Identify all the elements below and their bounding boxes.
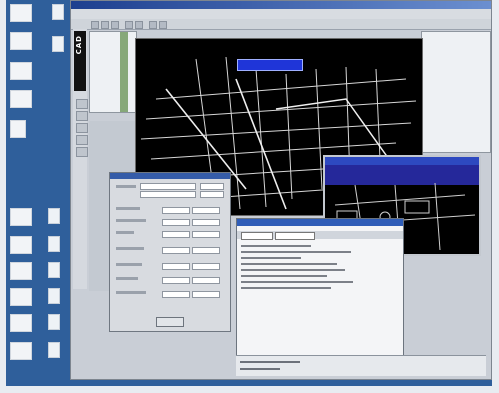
log-line: [241, 257, 301, 259]
prompt-line: [240, 368, 280, 370]
tool-icon[interactable]: [101, 21, 109, 29]
dialog-ok-button[interactable]: [156, 317, 184, 327]
app-icon[interactable]: [48, 262, 60, 278]
log-line: [241, 263, 337, 265]
product-logo: CAD: [74, 31, 86, 91]
menu-bar[interactable]: [71, 9, 491, 19]
app-icon[interactable]: [10, 288, 32, 306]
app-icon[interactable]: [10, 120, 26, 138]
log-line: [241, 269, 345, 271]
cad-title-box: [237, 59, 303, 71]
dialog-field[interactable]: [162, 231, 190, 238]
dialog-label: [116, 277, 138, 280]
prompt-line: [240, 361, 300, 363]
dialog-label: [116, 207, 140, 210]
tool-icon[interactable]: [111, 21, 119, 29]
tool-icon[interactable]: [149, 21, 157, 29]
dialog-field[interactable]: [162, 291, 190, 298]
properties-dialog: [109, 172, 231, 332]
tool-icon[interactable]: [76, 99, 88, 109]
app-icon[interactable]: [52, 36, 64, 52]
app-icon[interactable]: [48, 288, 60, 304]
app-icon[interactable]: [10, 342, 32, 360]
tool-icon[interactable]: [76, 123, 88, 133]
dialog-label: [116, 263, 142, 266]
dialog-field[interactable]: [192, 277, 220, 284]
app-icon[interactable]: [48, 314, 60, 330]
tool-icon[interactable]: [125, 21, 133, 29]
command-field[interactable]: [275, 232, 315, 240]
tool-icon[interactable]: [135, 21, 143, 29]
dialog-field[interactable]: [140, 183, 196, 190]
tool-icon[interactable]: [76, 147, 88, 157]
dialog-field[interactable]: [192, 207, 220, 214]
log-line: [241, 245, 311, 247]
app-icon[interactable]: [10, 4, 32, 22]
grid-highlight-column: [120, 32, 128, 112]
dialog-field[interactable]: [162, 277, 190, 284]
tool-icon[interactable]: [76, 111, 88, 121]
desktop-side-strip: [6, 0, 72, 378]
dialog-field[interactable]: [162, 263, 190, 270]
log-line: [241, 281, 353, 283]
app-icon[interactable]: [48, 236, 60, 252]
dialog-label: [116, 291, 146, 294]
toolbar: [71, 19, 491, 30]
tool-icon[interactable]: [159, 21, 167, 29]
app-icon[interactable]: [10, 62, 32, 80]
log-line: [241, 287, 331, 289]
log-line: [241, 275, 327, 277]
dialog-field[interactable]: [192, 263, 220, 270]
tool-icon[interactable]: [91, 21, 99, 29]
dialog-field[interactable]: [200, 183, 224, 190]
app-icon[interactable]: [10, 90, 32, 108]
dialog-label: [116, 219, 146, 222]
dialog-field[interactable]: [200, 191, 224, 198]
tool-icon[interactable]: [76, 135, 88, 145]
dialog-field[interactable]: [140, 191, 196, 198]
dialog-field[interactable]: [192, 247, 220, 254]
dialog-titlebar[interactable]: [110, 173, 230, 179]
right-data-grid: [421, 31, 491, 153]
product-logo-text: CAD: [75, 35, 83, 55]
dialog-field[interactable]: [162, 207, 190, 214]
app-icon[interactable]: [10, 32, 32, 50]
app-icon[interactable]: [10, 262, 32, 280]
command-field[interactable]: [241, 232, 273, 240]
dialog-field[interactable]: [162, 247, 190, 254]
app-icon[interactable]: [48, 342, 60, 358]
app-icon[interactable]: [10, 236, 32, 254]
zoom-window-titlebar[interactable]: [325, 157, 479, 165]
main-titlebar[interactable]: [71, 1, 491, 9]
app-icon[interactable]: [48, 208, 60, 224]
app-icon[interactable]: [52, 4, 64, 20]
dialog-field[interactable]: [162, 219, 190, 226]
dialog-field[interactable]: [192, 231, 220, 238]
command-window-titlebar[interactable]: [237, 219, 403, 226]
dialog-label: [116, 231, 134, 234]
command-prompt-area[interactable]: [236, 355, 486, 376]
dialog-label: [116, 185, 136, 188]
left-data-grid: [89, 31, 137, 113]
command-log-window: [236, 218, 404, 356]
dialog-field[interactable]: [192, 219, 220, 226]
dialog-label: [116, 247, 144, 250]
app-icon[interactable]: [10, 208, 32, 226]
dialog-field[interactable]: [192, 291, 220, 298]
app-icon[interactable]: [10, 314, 32, 332]
log-line: [241, 251, 351, 253]
